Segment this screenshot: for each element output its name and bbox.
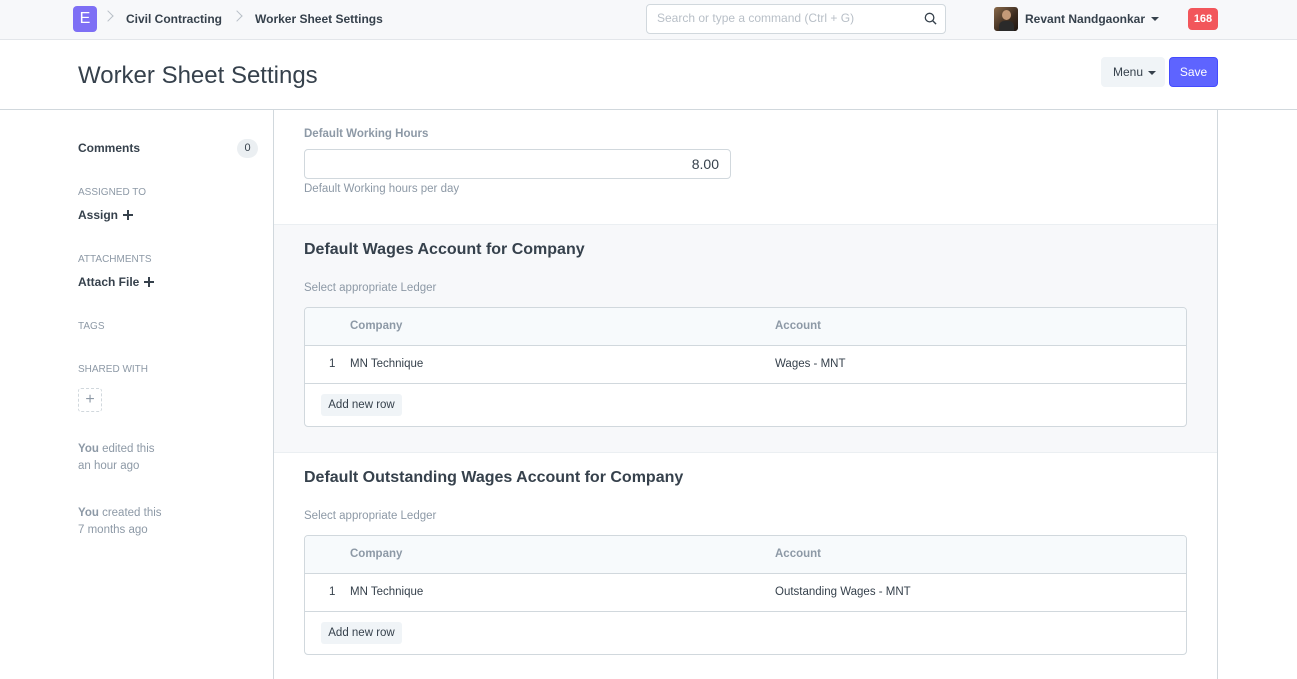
save-button[interactable]: Save (1169, 57, 1218, 87)
activity-time: an hour ago (78, 460, 140, 472)
form-main: Default Working Hours Default Working ho… (273, 110, 1218, 679)
search-icon[interactable] (924, 12, 937, 25)
company-cell[interactable]: MN Technique (350, 586, 423, 598)
comments-link[interactable]: Comments (78, 141, 140, 155)
wages-accounts-table: Company Account 1 MN Technique Wages - M… (304, 307, 1187, 427)
search-box (646, 4, 946, 34)
wages-account-section: Default Wages Account for Company Select… (274, 224, 1217, 452)
column-header-company: Company (350, 320, 403, 332)
page-head: Worker Sheet Settings Menu Save (0, 40, 1297, 110)
caret-down-icon (1148, 71, 1156, 75)
user-name: Revant Nandgaonkar (1025, 12, 1146, 26)
page-title: Worker Sheet Settings (78, 62, 318, 89)
table-row[interactable]: 1 MN Technique Outstanding Wages - MNT (305, 574, 1186, 612)
tags-label: TAGS (78, 321, 105, 332)
outstanding-section-description: Select appropriate Ledger (304, 510, 437, 522)
table-row[interactable]: 1 MN Technique Wages - MNT (305, 346, 1186, 384)
working-hours-section: Default Working Hours Default Working ho… (274, 110, 1217, 224)
row-index: 1 (329, 586, 336, 598)
activity-item: You edited this an hour ago (78, 441, 248, 475)
row-index: 1 (329, 358, 336, 370)
company-cell[interactable]: MN Technique (350, 358, 423, 370)
account-cell[interactable]: Wages - MNT (775, 358, 846, 370)
wages-section-title: Default Wages Account for Company (304, 241, 585, 258)
account-cell[interactable]: Outstanding Wages - MNT (775, 586, 911, 598)
activity-time: 7 months ago (78, 524, 148, 536)
menu-button-label: Menu (1113, 65, 1144, 79)
column-header-account: Account (775, 320, 821, 332)
activity-user: You (78, 443, 99, 455)
working-hours-description: Default Working hours per day (304, 183, 460, 195)
table-header: Company Account (305, 308, 1186, 346)
attachments-label: ATTACHMENTS (78, 254, 152, 265)
activity-action: created this (102, 507, 162, 519)
assign-link[interactable]: Assign (78, 208, 134, 222)
attach-file-link[interactable]: Attach File (78, 275, 155, 289)
chevron-right-icon (102, 10, 114, 22)
table-header: Company Account (305, 536, 1186, 574)
outstanding-wages-account-section: Default Outstanding Wages Account for Co… (274, 452, 1217, 679)
assign-label: Assign (78, 208, 119, 222)
comments-count-badge: 0 (237, 139, 258, 158)
add-new-row-button[interactable]: Add new row (321, 622, 402, 644)
assigned-to-label: ASSIGNED TO (78, 187, 146, 198)
attach-file-label: Attach File (78, 275, 140, 289)
wages-section-description: Select appropriate Ledger (304, 282, 437, 294)
add-share-button[interactable]: + (78, 388, 102, 412)
outstanding-accounts-table: Company Account 1 MN Technique Outstandi… (304, 535, 1187, 655)
activity-action: edited this (102, 443, 155, 455)
navbar: E Civil Contracting Worker Sheet Setting… (0, 0, 1297, 40)
plus-icon (144, 277, 155, 287)
outstanding-section-title: Default Outstanding Wages Account for Co… (304, 469, 684, 486)
caret-down-icon (1151, 17, 1159, 21)
app-logo[interactable]: E (73, 6, 97, 32)
breadcrumb-worker-sheet-settings[interactable]: Worker Sheet Settings (255, 12, 383, 26)
shared-with-label: SHARED WITH (78, 364, 148, 375)
column-header-account: Account (775, 548, 821, 560)
menu-button[interactable]: Menu (1101, 57, 1165, 87)
avatar (994, 7, 1018, 31)
add-new-row-button[interactable]: Add new row (321, 394, 402, 416)
plus-icon: + (85, 391, 95, 408)
column-header-company: Company (350, 548, 403, 560)
working-hours-input[interactable] (304, 149, 731, 179)
chevron-right-icon (231, 10, 243, 22)
activity-user: You (78, 507, 99, 519)
notification-badge[interactable]: 168 (1188, 8, 1218, 30)
activity-item: You created this 7 months ago (78, 505, 248, 539)
search-input[interactable] (657, 11, 917, 25)
breadcrumb-civil-contracting[interactable]: Civil Contracting (126, 12, 222, 26)
working-hours-label: Default Working Hours (304, 128, 429, 140)
plus-icon (123, 210, 134, 220)
